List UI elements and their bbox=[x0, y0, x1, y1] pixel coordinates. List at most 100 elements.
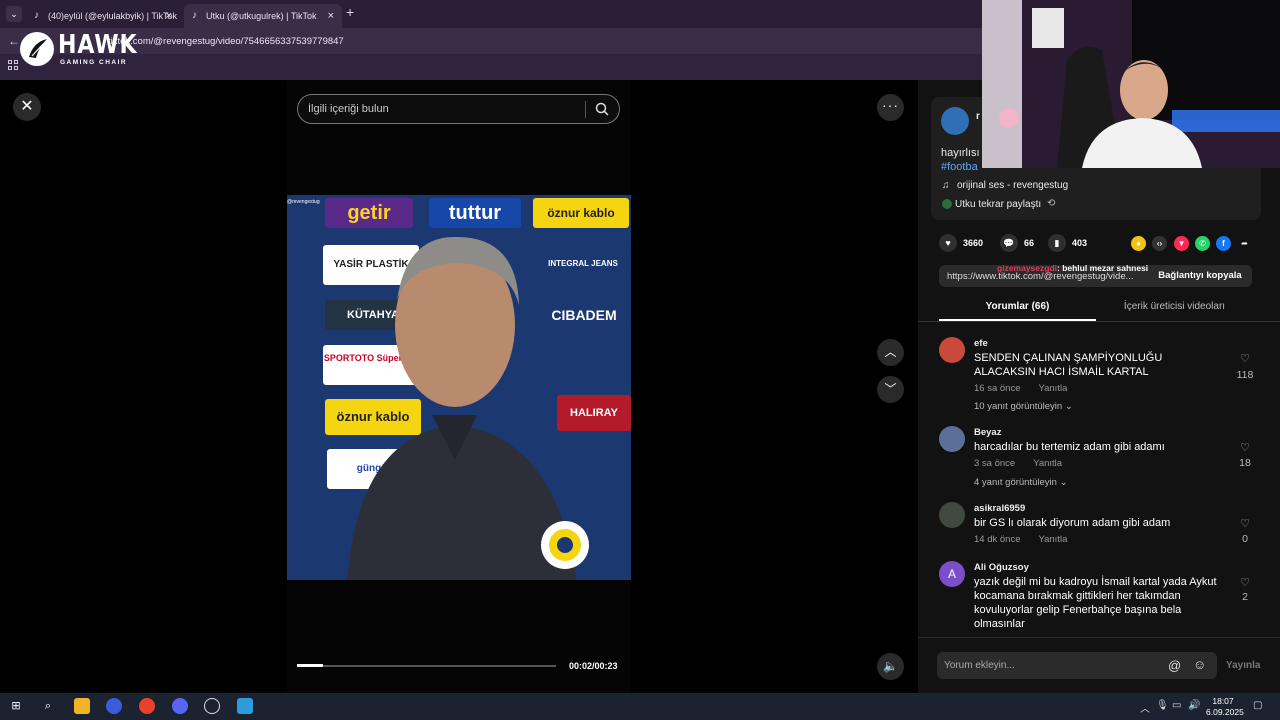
like-count: 3660 bbox=[963, 238, 984, 248]
back-arrow-icon[interactable]: ← bbox=[8, 34, 20, 48]
network-icon[interactable]: ▭ bbox=[1172, 700, 1181, 711]
comment-avatar[interactable] bbox=[939, 502, 965, 528]
chat-message: : behlul mezar sahnesi bbox=[1057, 263, 1149, 273]
apps-grid-icon[interactable] bbox=[8, 60, 18, 70]
tab-creator-videos[interactable]: İçerik üreticisi videoları bbox=[1096, 301, 1253, 312]
comment-like-count: 0 bbox=[1242, 533, 1248, 545]
app-icon[interactable] bbox=[237, 698, 253, 714]
reply-button[interactable]: Yanıtla bbox=[1033, 458, 1062, 469]
author-name[interactable]: r bbox=[976, 111, 980, 122]
chevron-up-icon: ︿ bbox=[884, 345, 897, 359]
tab-comments[interactable]: Yorumlar (66) bbox=[939, 301, 1096, 312]
tab-search-chevron-icon[interactable]: ⌄ bbox=[6, 6, 22, 22]
tray-chevron-up-icon[interactable]: ︿ bbox=[1140, 700, 1150, 715]
comment-like-heart-icon[interactable]: ♡ bbox=[1238, 352, 1252, 365]
comment-meta: 3 sa önce Yanıtla bbox=[974, 458, 1062, 469]
chevron-down-icon: ⌄ bbox=[1064, 401, 1073, 412]
send-share-icon[interactable]: ▼ bbox=[1174, 236, 1189, 251]
obs-icon[interactable] bbox=[204, 698, 220, 714]
hawk-brand-text: HAWK bbox=[58, 30, 138, 60]
embed-code-icon[interactable]: ‹› bbox=[1152, 236, 1167, 251]
more-options-button[interactable]: ··· bbox=[877, 94, 904, 121]
facebook-icon[interactable]: f bbox=[1216, 236, 1231, 251]
taskbar-clock[interactable]: 18:07 6.09.2025 bbox=[1206, 696, 1244, 718]
comment-time: 14 dk önce bbox=[974, 534, 1021, 545]
chevron-down-icon: ﹀ bbox=[884, 382, 897, 396]
comment-count-button[interactable]: 💬 66 bbox=[1000, 234, 1034, 252]
clock-date: 6.09.2025 bbox=[1206, 707, 1244, 717]
repost-icon: ⟲ bbox=[1047, 198, 1056, 209]
volume-button[interactable]: 🔈 bbox=[877, 653, 904, 680]
windows-start-icon[interactable]: ⊞ bbox=[8, 698, 24, 714]
like-button[interactable]: ♥ 3660 bbox=[939, 234, 983, 252]
browser-tab-active[interactable]: ♪ Utku (@utkugulrek) | TikTok × bbox=[184, 4, 342, 28]
comment-like-heart-icon[interactable]: ♡ bbox=[1238, 517, 1252, 530]
webcam-scene bbox=[982, 0, 1280, 168]
new-tab-button[interactable]: + bbox=[346, 4, 354, 20]
reply-button[interactable]: Yanıtla bbox=[1038, 383, 1067, 394]
reply-button[interactable]: Yanıtla bbox=[1038, 534, 1067, 545]
view-replies-button[interactable]: 4 yanıt görüntüleyin ⌄ bbox=[974, 477, 1068, 488]
windows-taskbar bbox=[0, 693, 1280, 720]
post-hashtag[interactable]: #footba bbox=[941, 161, 978, 173]
stream-chat-overlay: gizemaysezgdi: behlul mezar sahnesi bbox=[997, 263, 1148, 273]
video-progress-fill[interactable] bbox=[297, 664, 323, 667]
view-replies-label: 10 yanıt görüntüleyin bbox=[974, 401, 1063, 412]
search-input[interactable] bbox=[308, 95, 578, 123]
tab-divider bbox=[918, 321, 1280, 322]
search-icon[interactable] bbox=[595, 102, 609, 116]
previous-video-button[interactable]: ︿ bbox=[877, 339, 904, 366]
comment-like-heart-icon[interactable]: ♡ bbox=[1238, 576, 1252, 589]
emoji-icon[interactable]: ☺ bbox=[1193, 657, 1206, 672]
comment-avatar[interactable]: A bbox=[939, 561, 965, 587]
hawk-brand-subtitle: GAMING CHAIR bbox=[60, 59, 128, 66]
coach-figure bbox=[347, 236, 589, 580]
comment-username[interactable]: efe bbox=[974, 338, 988, 349]
app-icon[interactable] bbox=[106, 698, 122, 714]
close-video-button[interactable]: ✕ bbox=[13, 93, 41, 121]
tiktok-favicon-icon: ♪ bbox=[192, 10, 197, 21]
comment-avatar[interactable] bbox=[939, 337, 965, 363]
author-avatar[interactable] bbox=[941, 107, 969, 135]
discord-icon[interactable] bbox=[172, 698, 188, 714]
comment-bubble-icon: 💬 bbox=[1000, 234, 1018, 252]
browser-tab[interactable]: ♪ (40)eylül (@eylulakbyik) | TikTok × bbox=[26, 4, 180, 28]
streamer-webcam bbox=[982, 0, 1280, 168]
comment-username[interactable]: Ali Oğuzsoy bbox=[974, 562, 1029, 573]
video-player[interactable]: getir tuttur öznur kablo YASİR PLASTİK I… bbox=[287, 195, 631, 580]
hawk-logo-icon bbox=[20, 32, 54, 66]
save-button[interactable]: ▮ 403 bbox=[1048, 234, 1087, 252]
video-progress-track[interactable] bbox=[297, 665, 556, 667]
microphone-icon[interactable]: 🎙 bbox=[1156, 700, 1169, 711]
post-comment-button[interactable]: Yayınla bbox=[1226, 660, 1260, 671]
comment-input[interactable] bbox=[944, 652, 1164, 679]
comment-text: yazık değil mi bu kadroyu İsmail kartal … bbox=[974, 576, 1217, 630]
music-link[interactable]: orijinal ses - revengestug bbox=[957, 180, 1068, 191]
mention-at-icon[interactable]: @ bbox=[1168, 658, 1181, 673]
view-replies-button[interactable]: 10 yanıt görüntüleyin ⌄ bbox=[974, 401, 1073, 412]
whatsapp-icon[interactable]: ✆ bbox=[1195, 236, 1210, 251]
comment-like-heart-icon[interactable]: ♡ bbox=[1238, 441, 1252, 454]
clock-time: 18:07 bbox=[1212, 696, 1234, 706]
url-text[interactable]: tiktok.com/@revengestug/video/7546656337… bbox=[108, 36, 344, 47]
comment-like-count: 2 bbox=[1242, 591, 1248, 603]
taskbar-search-icon[interactable]: ⌕ bbox=[40, 698, 56, 714]
tab-close-icon[interactable]: × bbox=[328, 4, 334, 28]
comment-count: 66 bbox=[1024, 238, 1035, 248]
chevron-down-icon: ⌄ bbox=[1059, 477, 1068, 488]
comment-avatar[interactable] bbox=[939, 426, 965, 452]
notification-icon[interactable]: ▢ bbox=[1253, 700, 1262, 711]
coin-share-icon[interactable]: ● bbox=[1131, 236, 1146, 251]
music-note-icon: ♫ bbox=[942, 180, 950, 191]
comment-username[interactable]: asikral6959 bbox=[974, 503, 1025, 514]
browser-tab-title: Utku (@utkugulrek) | TikTok bbox=[206, 11, 317, 21]
next-video-button[interactable]: ﹀ bbox=[877, 376, 904, 403]
tab-close-icon[interactable]: × bbox=[166, 4, 172, 28]
comment-meta: 14 dk önce Yanıtla bbox=[974, 534, 1067, 545]
chrome-icon[interactable] bbox=[139, 698, 155, 714]
share-arrow-icon[interactable]: ➦ bbox=[1237, 236, 1252, 251]
file-explorer-icon[interactable] bbox=[74, 698, 90, 714]
copy-link-button[interactable]: Bağlantıyı kopyala bbox=[1149, 265, 1251, 287]
comment-username[interactable]: Beyaz bbox=[974, 427, 1001, 438]
volume-icon[interactable]: 🔊 bbox=[1188, 700, 1200, 711]
